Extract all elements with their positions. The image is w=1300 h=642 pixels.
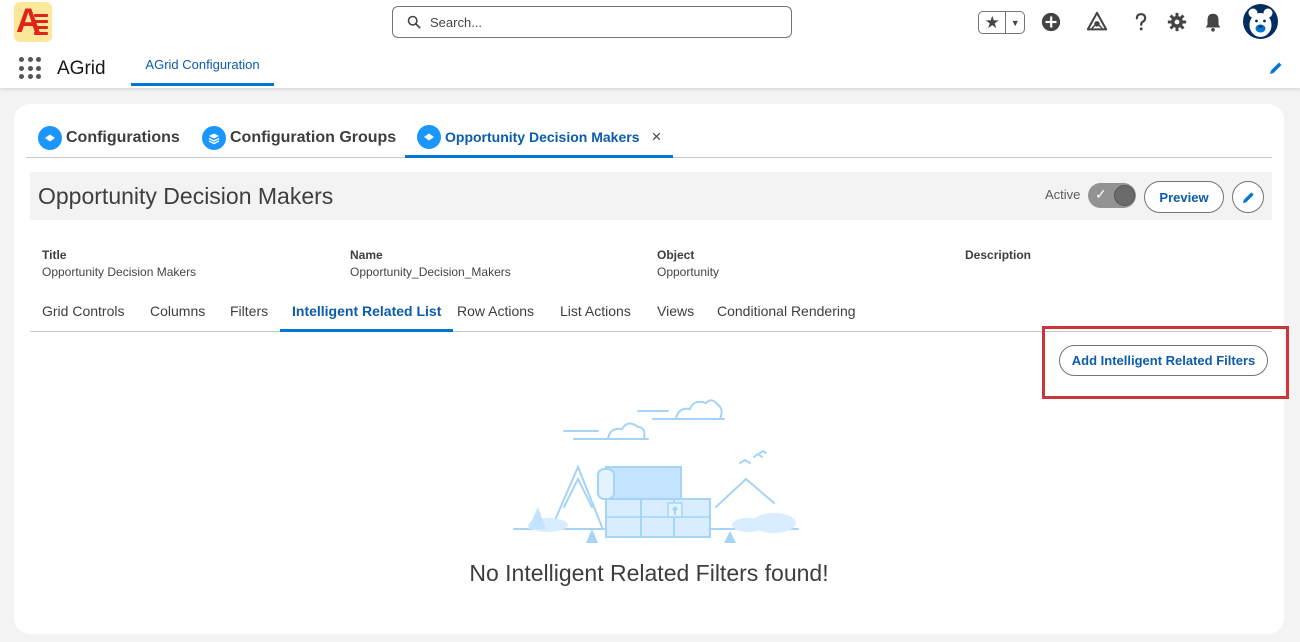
field-label: Name: [350, 248, 383, 262]
field-title: Title Opportunity Decision Makers: [42, 248, 196, 279]
check-icon: ✓: [1095, 186, 1107, 202]
field-label: Title: [42, 248, 67, 262]
field-value: Opportunity_Decision_Makers: [350, 265, 511, 279]
app-logo[interactable]: A: [14, 2, 52, 42]
main-card: Configurations Configuration Groups Oppo…: [14, 104, 1289, 634]
layers-icon: [202, 126, 226, 150]
pencil-icon: [1242, 191, 1254, 203]
subtab-row-actions[interactable]: Row Actions: [445, 294, 546, 332]
subtab-views[interactable]: Views: [645, 294, 706, 332]
global-search[interactable]: [392, 6, 792, 38]
search-input[interactable]: [430, 14, 770, 30]
record-title: Opportunity Decision Makers: [38, 183, 334, 209]
global-header: A ★ ▼: [0, 0, 1300, 46]
close-tab-icon[interactable]: ×: [651, 127, 661, 147]
favorites-group: ★ ▼: [978, 11, 1025, 34]
notifications-bell-icon[interactable]: [1201, 10, 1225, 34]
edit-button[interactable]: [1232, 181, 1264, 213]
field-name: Name Opportunity_Decision_Makers: [350, 248, 511, 279]
search-icon: [407, 15, 421, 29]
annotation-highlight-box: [1042, 326, 1289, 399]
app-navigation-bar: AGrid AGrid Configuration: [0, 46, 1300, 88]
user-avatar[interactable]: [1243, 4, 1278, 39]
tab-configurations[interactable]: Configurations: [38, 118, 180, 158]
app-name: AGrid: [57, 58, 106, 79]
favorites-star-icon[interactable]: ★: [979, 12, 1007, 33]
empty-state-message: No Intelligent Related Filters found!: [469, 560, 829, 586]
field-value: Opportunity: [657, 265, 720, 279]
tab-configuration-groups[interactable]: Configuration Groups: [202, 118, 396, 158]
add-icon[interactable]: [1039, 10, 1063, 34]
subtab-filters[interactable]: Filters: [218, 294, 280, 332]
active-toggle[interactable]: ✓: [1088, 183, 1136, 208]
subtab-grid-controls[interactable]: Grid Controls: [30, 294, 136, 332]
empty-state-treasure-chest-illustration: [513, 399, 799, 543]
workspace-tabs: Configurations Configuration Groups Oppo…: [26, 118, 1272, 158]
field-value: Opportunity Decision Makers: [42, 265, 197, 279]
edit-nav-pencil-icon[interactable]: [1268, 60, 1284, 76]
field-description: Description: [965, 248, 1031, 265]
subtab-columns[interactable]: Columns: [138, 294, 217, 332]
preview-button[interactable]: Preview: [1144, 181, 1224, 213]
app-launcher-waffle-icon[interactable]: [19, 57, 41, 79]
trailhead-icon[interactable]: [1085, 10, 1109, 34]
logo-lines-icon: [34, 14, 48, 38]
subtab-intelligent-related-list[interactable]: Intelligent Related List: [280, 294, 454, 332]
setup-gear-icon[interactable]: [1165, 10, 1189, 34]
tab-label: Configurations: [66, 129, 180, 146]
field-object: Object Opportunity: [657, 248, 719, 279]
toggle-knob: [1114, 185, 1135, 206]
field-label: Description: [965, 248, 1032, 262]
active-label: Active: [1045, 187, 1081, 202]
record-header: Opportunity Decision Makers Active ✓ Pre…: [30, 172, 1272, 220]
configuration-icon: [38, 126, 62, 150]
configuration-icon: [417, 124, 441, 149]
bear-avatar-icon: [1248, 8, 1273, 37]
subtab-conditional-rendering[interactable]: Conditional Rendering: [705, 294, 868, 332]
nav-tab-agrid-configuration[interactable]: AGrid Configuration: [131, 46, 274, 86]
subtab-list-actions[interactable]: List Actions: [548, 294, 643, 332]
chevron-down-icon[interactable]: ▼: [1006, 18, 1024, 28]
tab-label: Configuration Groups: [230, 129, 397, 146]
field-label: Object: [657, 248, 695, 262]
help-icon[interactable]: [1129, 10, 1153, 34]
tab-label: Opportunity Decision Makers: [445, 128, 640, 145]
tab-opportunity-decision-makers[interactable]: Opportunity Decision Makers ×: [405, 118, 674, 158]
